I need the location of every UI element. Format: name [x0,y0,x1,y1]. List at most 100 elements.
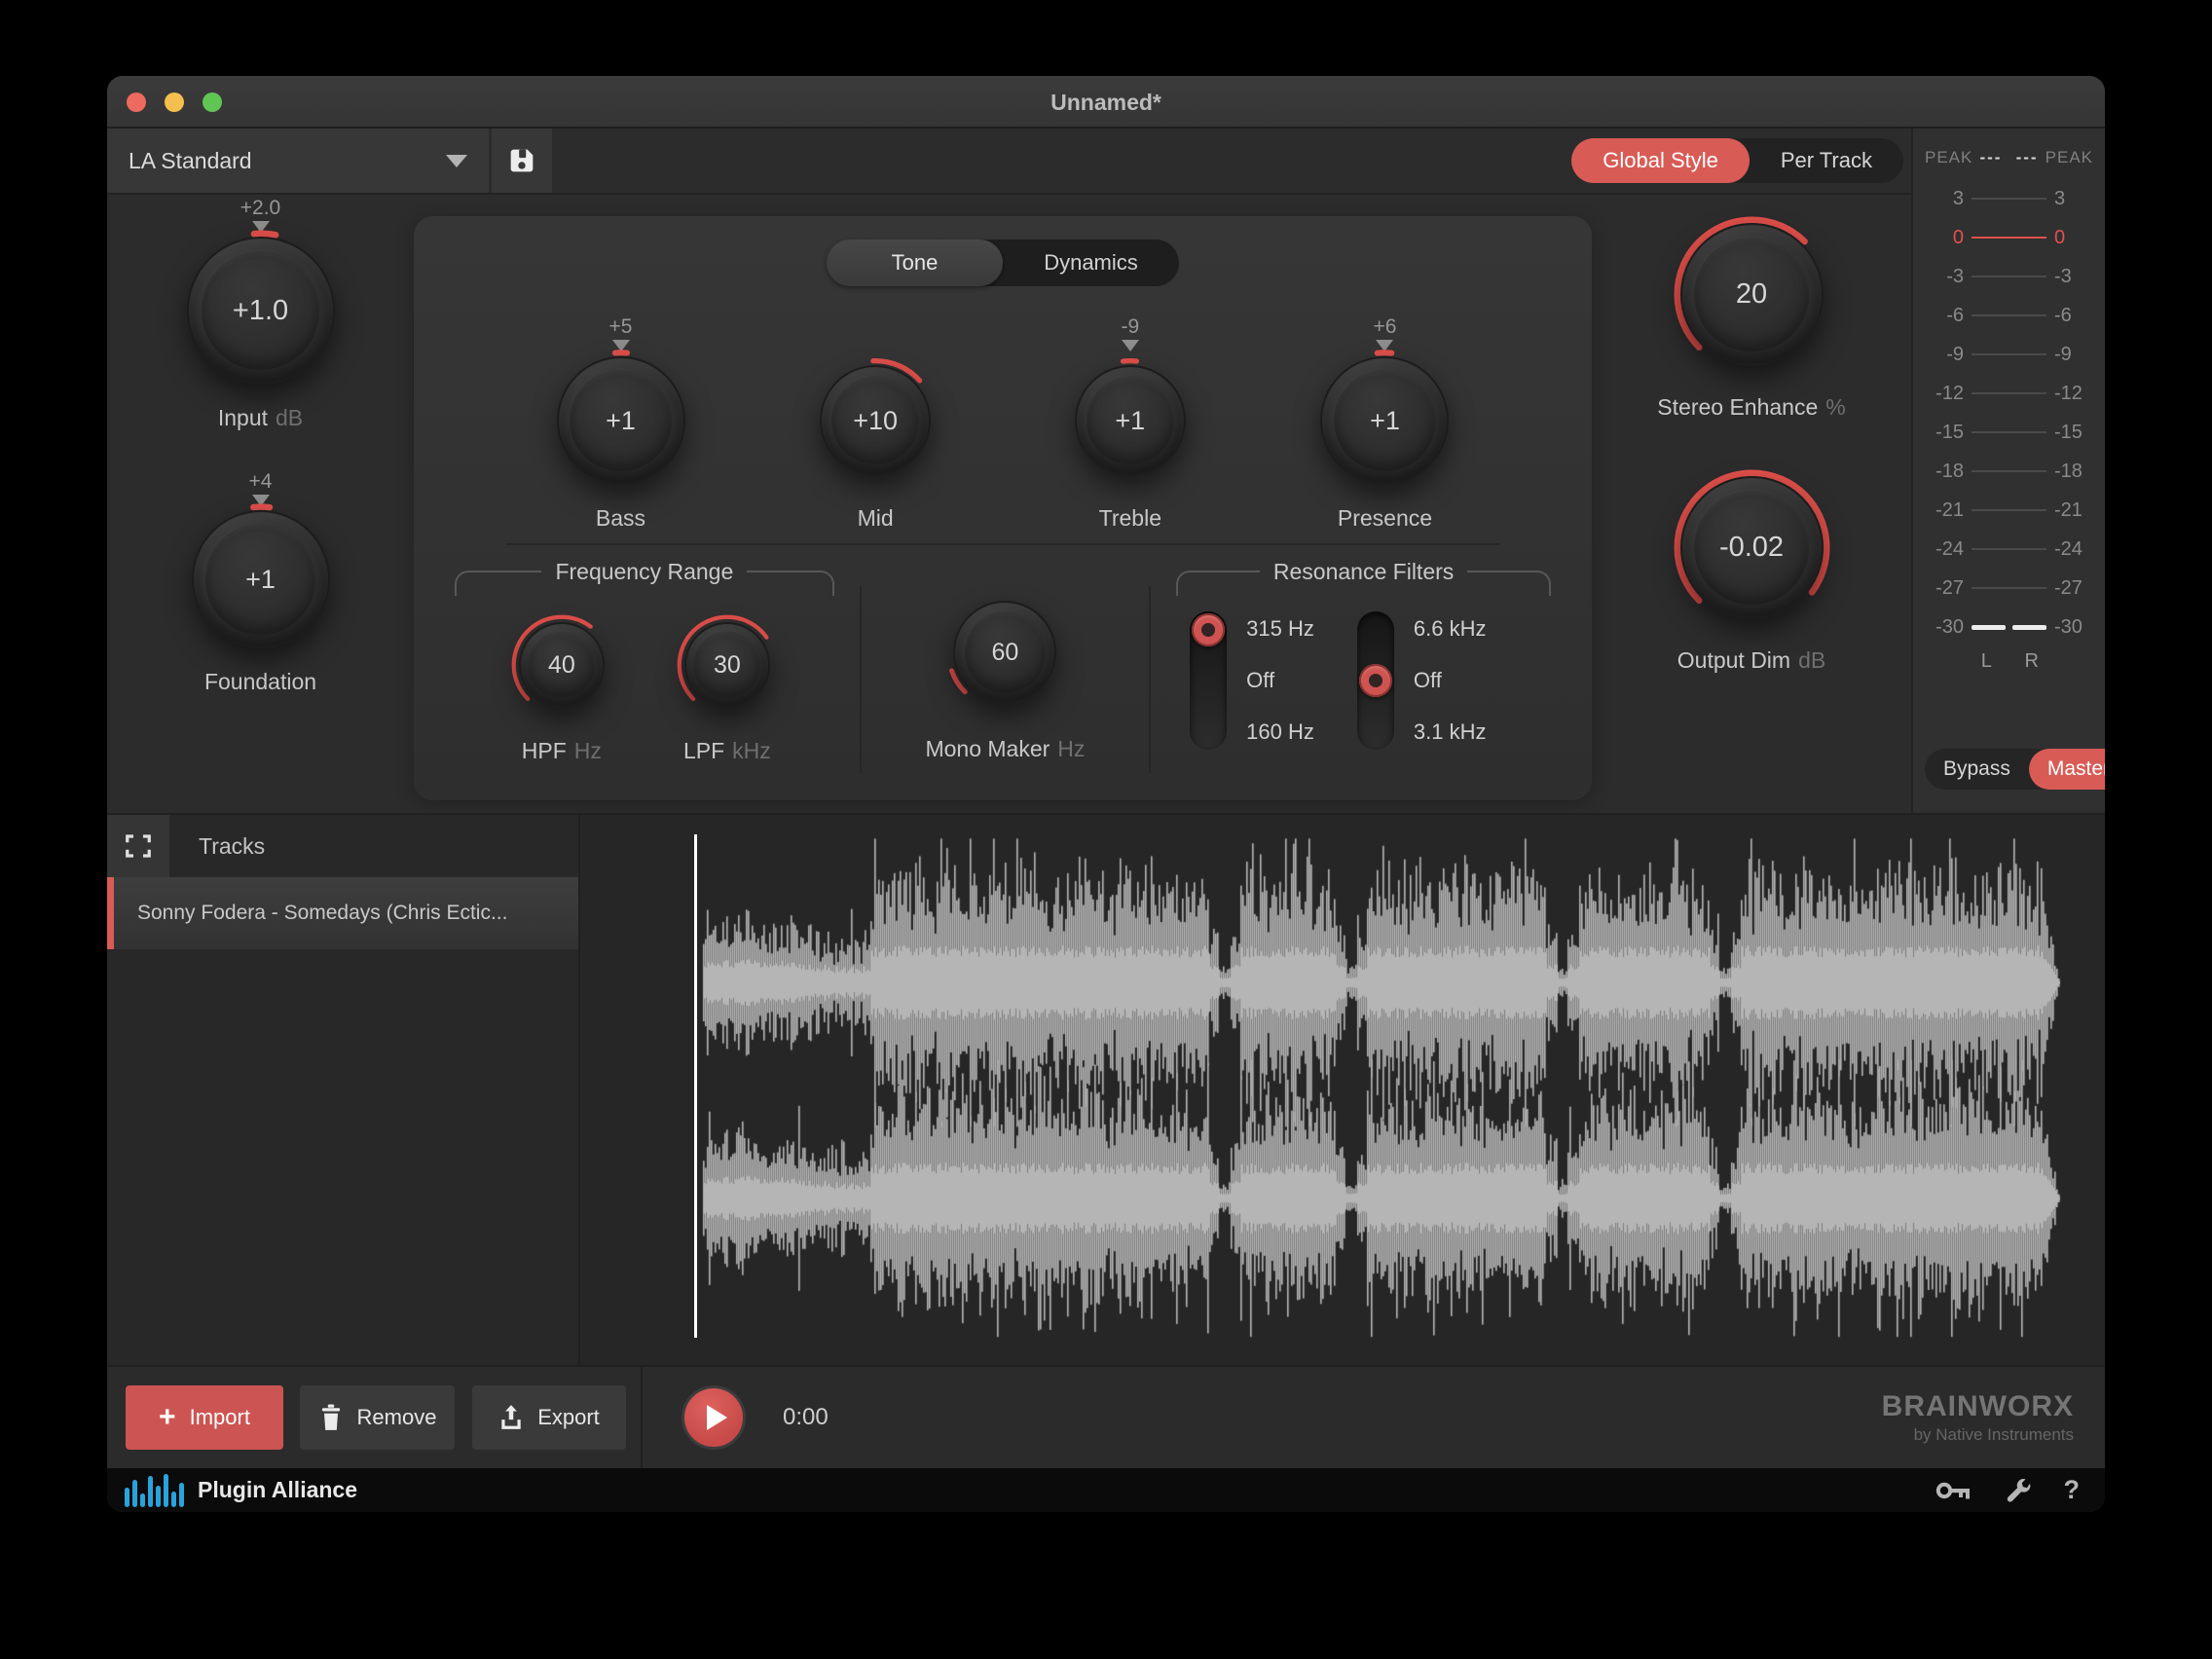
resonance-high-thumb[interactable] [1359,664,1392,697]
resonance-high-option[interactable]: Off [1414,666,1487,695]
fullscreen-icon [124,831,153,861]
track-list-item[interactable]: Sonny Fodera - Somedays (Chris Ectic... [107,877,578,949]
brand-byline: by Native Instruments [1882,1425,2074,1445]
resonance-low-track[interactable] [1190,611,1227,750]
presence-knob-group: +6 +1 Presence [1280,315,1490,532]
presence-knob[interactable]: +1 [1311,348,1457,494]
meter-level-row: -30-30 [1913,608,2105,646]
resonance-low-slider: 315 Hz Off 160 Hz [1190,611,1314,750]
resonance-high-slider: 6.6 kHz Off 3.1 kHz [1357,611,1487,750]
frequency-range-legend: Frequency Range [455,559,834,596]
style-mode-toggle: Global Style Per Track [1571,138,1903,183]
lpf-value: 30 [676,613,779,717]
pointer-icon [1122,340,1139,351]
resonance-low-option[interactable]: Off [1246,666,1314,695]
hpf-value: 40 [510,613,613,717]
output-dim-knob[interactable]: -0.02 [1672,467,1832,628]
playhead[interactable] [694,834,697,1338]
peak-readout-right: --- [2009,148,2046,167]
treble-target-value: -9 [1121,315,1139,339]
input-target-value: +2.0 [240,197,280,220]
tone-panel: Tone Dynamics +5 +1 Bass [414,216,1592,800]
preset-dropdown[interactable]: LA Standard [107,129,489,193]
foundation-knob[interactable]: +1 [183,501,339,657]
mid-label: Mid [858,505,894,532]
hpf-knob[interactable]: 40 [510,613,613,717]
treble-value: +1 [1066,356,1195,485]
resonance-filters-group: Resonance Filters 315 Hz Off 160 Hz [1176,559,1551,773]
stereo-enhance-value: 20 [1672,214,1832,375]
resonance-low-option[interactable]: 315 Hz [1246,614,1314,644]
stereo-enhance-knob[interactable]: 20 [1672,214,1832,375]
time-display: 0:00 [783,1404,829,1431]
help-icon[interactable]: ? [2064,1475,2081,1505]
presence-label: Presence [1338,505,1432,532]
input-knob[interactable]: +1.0 [178,228,344,393]
meter-channel-labels: LR [1964,650,2054,673]
mid-knob[interactable]: +10 [811,356,940,485]
meter-panel: PEAK --- --- PEAK 33 00 -3-3 -6-6 -9-9 -… [1911,129,2105,813]
global-style-tab[interactable]: Global Style [1571,138,1750,183]
foundation-value: +1 [183,501,339,657]
tracks-header: Tracks [107,815,578,877]
plugin-window: Unnamed* LA Standard Global Style Per Tr… [107,76,2105,1512]
mono-maker-knob[interactable]: 60 [944,592,1065,713]
lpf-label: LPFkHz [683,738,771,764]
hpf-knob-group: 40 HPFHz [510,613,613,764]
foundation-label: Foundation [204,669,316,695]
tab-dynamics[interactable]: Dynamics [1003,240,1179,286]
bass-knob-group: +5 +1 Bass [516,315,725,532]
tab-tone[interactable]: Tone [827,240,1003,286]
play-button[interactable] [682,1385,746,1450]
bass-value: +1 [548,348,694,494]
bass-target-value: +5 [609,315,633,339]
input-value: +1.0 [178,228,344,393]
bass-knob[interactable]: +1 [548,348,694,494]
export-button[interactable]: Export [472,1385,626,1450]
right-controls: 20 Stereo Enhance% -0.02 Output DimdB [1592,195,1911,674]
waveform[interactable] [580,815,2103,1365]
resonance-high-track[interactable] [1357,611,1394,750]
presence-target-value: +6 [1373,315,1396,339]
lpf-knob[interactable]: 30 [676,613,779,717]
tracks-waveform-region: Tracks Sonny Fodera - Somedays (Chris Ec… [107,815,2105,1365]
frequency-range-group: Frequency Range 40 HPFHz [455,559,834,773]
import-button[interactable]: + Import [126,1385,283,1450]
meter-scale: 33 00 -3-3 -6-6 -9-9 -12-12 -15-15 -18-1… [1913,179,2105,646]
left-controls: +2.0 +1.0 InputdB +4 +1 [107,195,414,813]
save-preset-button[interactable] [492,129,552,193]
save-icon [505,144,538,177]
bass-label: Bass [596,505,645,532]
vertical-divider [860,586,862,773]
plugin-alliance-label[interactable]: Plugin Alliance [198,1477,357,1503]
peak-readout-left: --- [1972,148,2009,167]
treble-knob-group: -9 +1 Treble [1025,315,1235,532]
preset-name: LA Standard [129,148,252,174]
monitor-toggle: Bypass Master [1925,749,2093,790]
remove-button[interactable]: Remove [300,1385,455,1450]
mono-maker-group: 60 Mono MakerHz [887,559,1124,773]
brand-logo: BRAINWORX by Native Instruments [1882,1390,2074,1445]
panel-lower-row: Frequency Range 40 HPFHz [414,545,1592,773]
tracks-panel: Tracks Sonny Fodera - Somedays (Chris Ec… [107,815,580,1365]
expand-button[interactable] [107,815,169,877]
resonance-filters-legend: Resonance Filters [1176,559,1551,596]
master-button[interactable]: Master [2029,749,2105,790]
tone-dynamics-toggle: Tone Dynamics [827,240,1179,286]
transport-divider [641,1366,643,1469]
waveform-display [580,815,2105,1365]
lpf-knob-group: 30 LPFkHz [676,613,779,764]
mid-knob-group: +10 Mid [771,315,980,532]
resonance-high-option[interactable]: 3.1 kHz [1414,718,1487,747]
resonance-low-option[interactable]: 160 Hz [1246,718,1314,747]
tone-knob-row: +5 +1 Bass +10 [414,286,1592,532]
treble-knob[interactable]: +1 [1066,356,1195,485]
mono-maker-label: Mono MakerHz [925,736,1085,762]
resonance-high-option[interactable]: 6.6 kHz [1414,614,1487,644]
bypass-button[interactable]: Bypass [1925,749,2029,790]
resonance-low-thumb[interactable] [1192,613,1225,646]
settings-wrench-icon[interactable] [2004,1476,2033,1505]
per-track-tab[interactable]: Per Track [1750,138,1903,183]
toolbar: LA Standard Global Style Per Track [107,129,1911,195]
license-key-icon[interactable] [1936,1478,1972,1503]
